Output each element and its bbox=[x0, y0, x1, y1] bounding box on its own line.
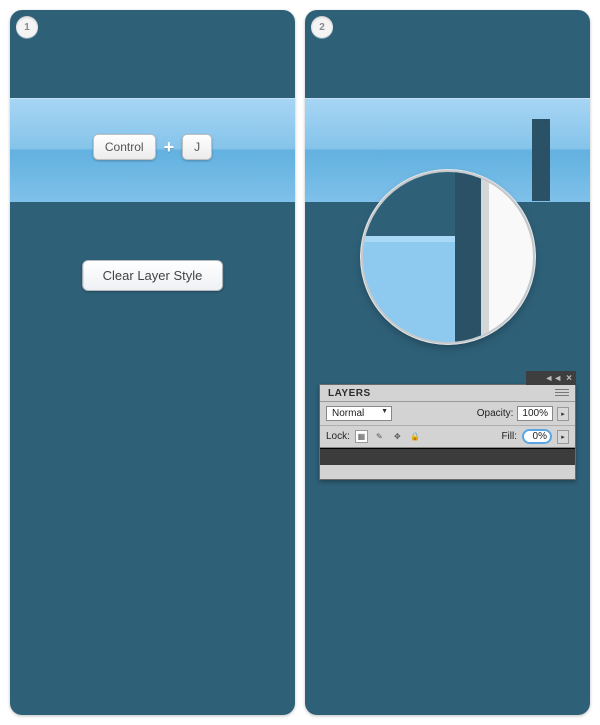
tutorial-step-1: 1 Control + J Clear Layer Style bbox=[10, 10, 295, 715]
keyboard-shortcut: Control + J bbox=[10, 134, 295, 160]
lock-transparency-icon[interactable]: ▦ bbox=[355, 430, 368, 443]
close-icon[interactable]: × bbox=[566, 373, 572, 384]
lock-all-icon[interactable]: 🔒 bbox=[409, 430, 422, 443]
fill-flyout-icon[interactable]: ▸ bbox=[557, 430, 569, 444]
step-badge-2: 2 bbox=[311, 16, 333, 38]
plus-icon: + bbox=[164, 137, 175, 158]
zoom-vertical-dark bbox=[455, 172, 481, 342]
vertical-stripe bbox=[532, 119, 550, 201]
tutorial-step-2: 2 ◄◄ × LAYERS Normal Opacity: 100% ▸ Loc… bbox=[305, 10, 590, 715]
opacity-value[interactable]: 100% bbox=[517, 406, 553, 421]
collapse-icon[interactable]: ◄◄ bbox=[544, 373, 562, 383]
lock-fill-row: Lock: ▦ ✎ ✥ 🔒 Fill: 0% ▸ bbox=[320, 426, 575, 448]
lock-label: Lock: bbox=[326, 431, 350, 442]
fill-value[interactable]: 0% bbox=[522, 429, 552, 444]
key-control[interactable]: Control bbox=[93, 134, 156, 160]
key-j[interactable]: J bbox=[182, 134, 212, 160]
lock-pixels-icon[interactable]: ✎ bbox=[373, 430, 386, 443]
lock-position-icon[interactable]: ✥ bbox=[391, 430, 404, 443]
layers-panel: ◄◄ × LAYERS Normal Opacity: 100% ▸ Lock:… bbox=[319, 384, 576, 480]
blend-opacity-row: Normal Opacity: 100% ▸ bbox=[320, 402, 575, 426]
fill-label: Fill: bbox=[501, 431, 517, 442]
panel-headerbar: ◄◄ × bbox=[526, 371, 576, 385]
layer-list-area[interactable] bbox=[320, 448, 575, 465]
clear-layer-style-button[interactable]: Clear Layer Style bbox=[82, 260, 224, 291]
blend-mode-dropdown[interactable]: Normal bbox=[326, 406, 392, 421]
layers-tab[interactable]: LAYERS bbox=[320, 385, 575, 402]
zoom-lens bbox=[363, 172, 533, 342]
zoom-vertical-white bbox=[481, 172, 533, 342]
zoom-content bbox=[363, 172, 533, 342]
opacity-flyout-icon[interactable]: ▸ bbox=[557, 407, 569, 421]
step-badge-1: 1 bbox=[16, 16, 38, 38]
opacity-label: Opacity: bbox=[477, 408, 514, 419]
